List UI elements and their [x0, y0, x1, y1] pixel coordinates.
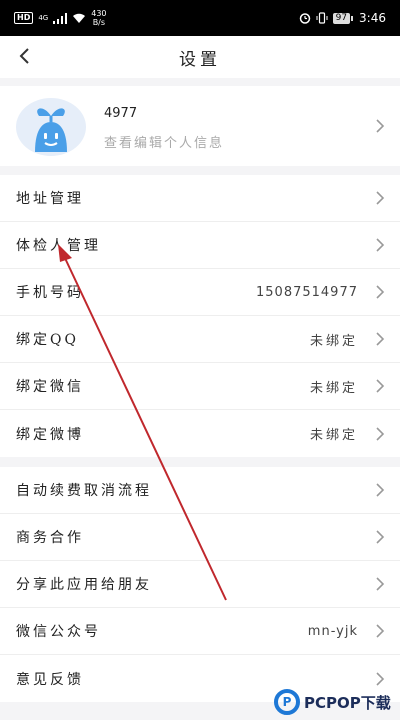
- row-label: 绑定微信: [16, 379, 84, 395]
- battery-level: 97: [332, 12, 354, 24]
- wifi-icon: [73, 13, 86, 23]
- row-label: 意见反馈: [16, 671, 84, 688]
- chevron-right-icon: [376, 483, 385, 497]
- profile-edit-hint: 查看编辑个人信息: [104, 136, 225, 151]
- row-examinee-management[interactable]: 体检人管理: [0, 222, 400, 269]
- network-speed: 430 B/s: [91, 9, 106, 27]
- row-label: 手机号码: [16, 285, 84, 301]
- row-label: 分享此应用给朋友: [16, 577, 152, 593]
- row-label: 微信公众号: [16, 624, 101, 640]
- wechat-bind-status: 未绑定: [309, 380, 358, 396]
- watermark-text: PCPOP下载: [304, 693, 391, 712]
- chevron-right-icon: [376, 285, 385, 299]
- status-right: 97 3:46: [299, 11, 386, 25]
- profile-card[interactable]: 4977 查看编辑个人信息: [0, 86, 400, 166]
- chevron-right-icon: [376, 119, 385, 133]
- profile-name: 4977: [104, 106, 138, 121]
- phone-number-value: 15087514977: [256, 284, 358, 300]
- official-account-id: mn-yjk: [307, 623, 358, 639]
- row-bind-qq[interactable]: 绑定QQ 未绑定: [0, 316, 400, 363]
- chevron-right-icon: [376, 426, 385, 441]
- chevron-right-icon: [376, 191, 385, 205]
- row-address-management[interactable]: 地址管理: [0, 175, 400, 222]
- row-bind-wechat[interactable]: 绑定微信 未绑定: [0, 363, 400, 410]
- row-label: 商务合作: [16, 530, 84, 546]
- account-settings-group: 地址管理 体检人管理 手机号码 15087514977 绑定QQ 未绑定 绑定微…: [0, 175, 400, 457]
- row-wechat-official-account[interactable]: 微信公众号 mn-yjk: [0, 608, 400, 655]
- chevron-right-icon: [376, 379, 385, 393]
- row-bind-weibo[interactable]: 绑定微博 未绑定: [0, 410, 400, 457]
- back-button[interactable]: [12, 44, 36, 68]
- row-label: 自动续费取消流程: [16, 483, 152, 499]
- chevron-right-icon: [376, 332, 385, 346]
- status-left: HD 4G 430 B/s: [14, 9, 107, 27]
- chevron-right-icon: [376, 577, 385, 591]
- row-label: 地址管理: [16, 191, 84, 207]
- row-label: 绑定QQ: [16, 332, 79, 348]
- speed-value: 430: [91, 9, 107, 18]
- network-type: 4G: [38, 14, 49, 22]
- vibrate-icon: [316, 12, 328, 24]
- pcpop-logo-icon: P: [274, 689, 300, 715]
- chevron-right-icon: [376, 238, 385, 252]
- misc-settings-group: 自动续费取消流程 商务合作 分享此应用给朋友 微信公众号 mn-yjk 意见反馈: [0, 467, 400, 702]
- chevron-left-icon: [19, 48, 29, 64]
- row-share-app[interactable]: 分享此应用给朋友: [0, 561, 400, 608]
- row-label: 绑定微博: [16, 426, 84, 443]
- chevron-right-icon: [376, 624, 385, 638]
- signal-icon: [53, 12, 68, 24]
- qq-bind-status: 未绑定: [309, 333, 358, 349]
- avatar: [16, 98, 86, 156]
- row-business-cooperation[interactable]: 商务合作: [0, 514, 400, 561]
- row-phone-number[interactable]: 手机号码 15087514977: [0, 269, 400, 316]
- weibo-bind-status: 未绑定: [309, 428, 358, 443]
- page-title: 设置: [179, 49, 221, 70]
- sprout-mascot-icon: [35, 108, 67, 152]
- row-auto-renew-cancel[interactable]: 自动续费取消流程: [0, 467, 400, 514]
- watermark: P PCPOP下载: [274, 684, 400, 720]
- chevron-right-icon: [376, 530, 385, 544]
- clock: 3:46: [359, 11, 386, 25]
- status-bar: HD 4G 430 B/s 97 3:46: [0, 0, 400, 36]
- nav-bar: 设置: [0, 36, 400, 78]
- alarm-icon: [299, 13, 310, 24]
- hd-badge: HD: [14, 12, 34, 24]
- speed-unit: B/s: [92, 18, 106, 27]
- row-label: 体检人管理: [16, 238, 101, 254]
